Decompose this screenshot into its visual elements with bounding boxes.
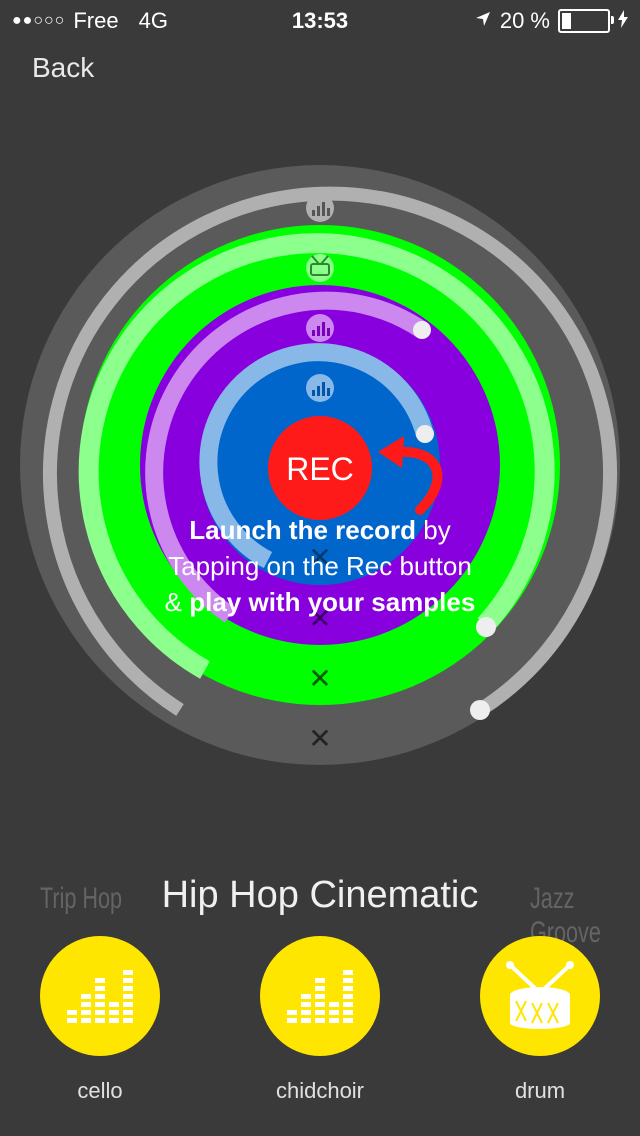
- equalizer-icon: [67, 970, 133, 1023]
- ring-3-drum-icon: [306, 254, 334, 282]
- instruction-line-2: Tapping on the Rec button: [168, 551, 472, 581]
- instruction-text: Launch the record by Tapping on the Rec …: [120, 512, 520, 620]
- drum-icon: [506, 961, 574, 1029]
- sample-cello-button[interactable]: [40, 936, 160, 1056]
- instruction-line-3-bold: play with your samples: [189, 587, 476, 617]
- sample-drum[interactable]: drum: [480, 936, 600, 1104]
- ring-2-handle[interactable]: [413, 321, 431, 339]
- ring-2-equalizer-icon: [306, 314, 334, 342]
- instruction-line-1-bold: Launch the record: [189, 515, 417, 545]
- location-arrow-icon: [474, 8, 492, 34]
- sample-cello-label: cello: [77, 1078, 123, 1103]
- ring-4-handle[interactable]: [470, 700, 490, 720]
- battery-fill: [562, 13, 571, 29]
- instruction-line-3-prefix: &: [164, 587, 190, 617]
- track-wheel: ✕ ✕ ✕ ✕ REC: [20, 165, 620, 765]
- ring-4-delete-icon[interactable]: ✕: [308, 722, 331, 755]
- sample-chidchoir-button[interactable]: [260, 936, 380, 1056]
- ring-1-handle[interactable]: [416, 425, 434, 443]
- status-bar: ●●○○○ Free 4G 13:53 20 %: [0, 0, 640, 40]
- status-right: 20 %: [474, 8, 628, 34]
- battery-percent: 20 %: [499, 8, 550, 33]
- sample-drum-label: drum: [514, 1078, 566, 1103]
- back-button[interactable]: Back: [32, 52, 94, 84]
- sample-chidchoir[interactable]: chidchoir: [260, 936, 380, 1104]
- charging-bolt-icon: [618, 8, 628, 34]
- sample-drum-button[interactable]: [480, 936, 600, 1056]
- ring-3-delete-icon[interactable]: ✕: [308, 662, 331, 695]
- ring-1-equalizer-icon: [306, 374, 334, 402]
- battery-icon: [558, 9, 614, 33]
- sample-cello[interactable]: cello: [40, 936, 160, 1104]
- ring-3-handle[interactable]: [476, 617, 496, 637]
- instruction-line-3: & play with your samples: [120, 584, 520, 620]
- instruction-line-1-rest: by: [416, 515, 451, 545]
- instruction-line-1: Launch the record by: [120, 512, 520, 548]
- equalizer-icon: [287, 970, 353, 1023]
- ring-4-equalizer-icon: [306, 194, 334, 222]
- genre-selector[interactable]: Trip Hop Hip Hop Cinematic Jazz Groove: [0, 868, 640, 949]
- sample-chidchoir-label: chidchoir: [275, 1078, 365, 1103]
- rec-button-label: REC: [286, 451, 354, 487]
